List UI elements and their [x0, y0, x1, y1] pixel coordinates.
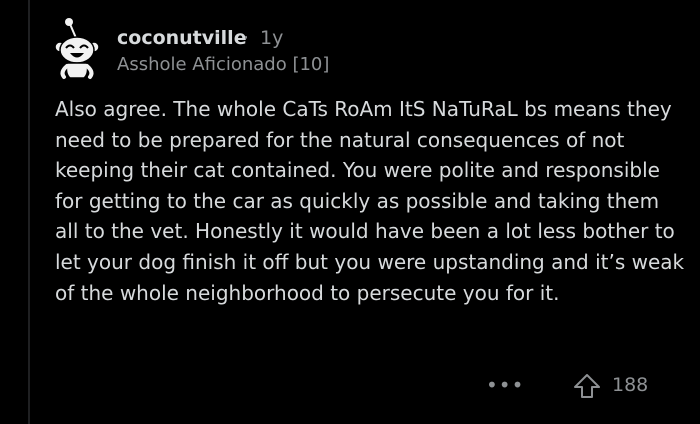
upvote-button[interactable] [572, 373, 602, 399]
comment: coconutville · 1y Asshole Aficionado [10… [0, 0, 700, 424]
meta-separator: · [243, 27, 250, 49]
vote-score: 188 [612, 374, 649, 396]
comment-body: Also agree. The whole CaTs RoAm ItS NaTu… [55, 94, 685, 308]
reddit-snoo-avatar-icon [54, 18, 100, 79]
user-flair[interactable]: Asshole Aficionado [10] [117, 54, 329, 75]
upvote-arrow-icon [574, 374, 600, 398]
user-avatar[interactable] [50, 14, 104, 80]
comment-age: 1y [260, 27, 284, 49]
comment-paragraph: Also agree. The whole CaTs RoAm ItS NaTu… [55, 97, 685, 305]
comment-username[interactable]: coconutville [117, 27, 247, 49]
more-options-button[interactable]: ••• [486, 370, 523, 400]
